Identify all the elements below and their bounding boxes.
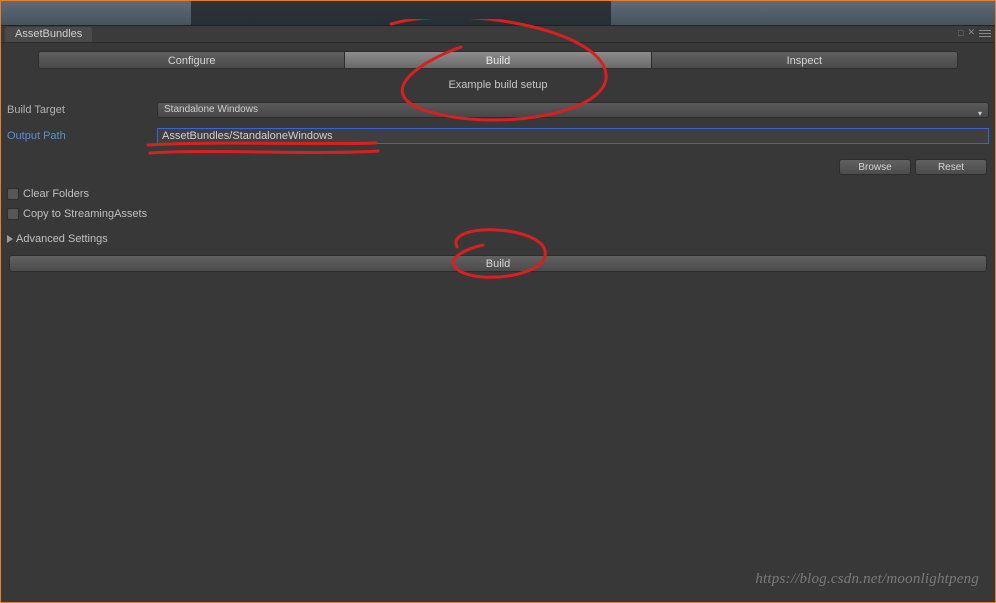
browse-button[interactable]: Browse	[839, 159, 911, 175]
copy-streaming-row: Copy to StreamingAssets	[7, 205, 989, 223]
reset-button[interactable]: Reset	[915, 159, 987, 175]
copy-streaming-checkbox[interactable]	[7, 208, 19, 220]
background-strip-dark	[191, 1, 611, 25]
lock-icon[interactable]: □	[958, 28, 963, 38]
watermark: https://blog.csdn.net/moonlightpeng	[755, 571, 979, 588]
build-target-row: Build Target Standalone Windows ▾	[7, 101, 989, 119]
mode-segment: Configure Build Inspect	[38, 51, 958, 69]
dropdown-caret-icon: ▾	[978, 107, 982, 121]
tab-configure[interactable]: Configure	[38, 51, 345, 69]
hamburger-icon[interactable]	[979, 28, 991, 38]
clear-folders-checkbox[interactable]	[7, 188, 19, 200]
advanced-settings-foldout[interactable]: Advanced Settings	[7, 233, 989, 245]
build-target-dropdown[interactable]: Standalone Windows ▾	[157, 102, 989, 118]
output-path-row: Output Path AssetBundles/StandaloneWindo…	[7, 127, 989, 145]
copy-streaming-label: Copy to StreamingAssets	[23, 208, 147, 220]
build-button[interactable]: Build	[9, 255, 987, 272]
clear-folders-row: Clear Folders	[7, 185, 989, 203]
foldout-triangle-icon	[7, 235, 13, 243]
path-buttons: Browse Reset	[7, 153, 989, 185]
build-target-value: Standalone Windows	[164, 104, 258, 115]
subtitle: Example build setup	[1, 73, 995, 101]
panel-tab-assetbundles[interactable]: AssetBundles	[5, 27, 92, 42]
build-target-label: Build Target	[7, 104, 157, 116]
tab-inspect[interactable]: Inspect	[652, 51, 958, 69]
close-icon[interactable]: ✕	[967, 27, 975, 38]
output-path-input[interactable]: AssetBundles/StandaloneWindows	[157, 128, 989, 144]
output-path-label: Output Path	[7, 130, 157, 142]
build-content: Build Target Standalone Windows ▾ Output…	[1, 101, 995, 272]
panel-tab-bar: AssetBundles □ ✕	[1, 26, 995, 43]
mode-toolbar: Configure Build Inspect	[1, 43, 995, 73]
clear-folders-label: Clear Folders	[23, 188, 89, 200]
window-controls: □ ✕	[958, 27, 991, 38]
assetbundles-panel: AssetBundles □ ✕ Configure Build Inspect…	[1, 25, 995, 602]
advanced-settings-label: Advanced Settings	[16, 233, 108, 245]
tab-build[interactable]: Build	[345, 51, 651, 69]
